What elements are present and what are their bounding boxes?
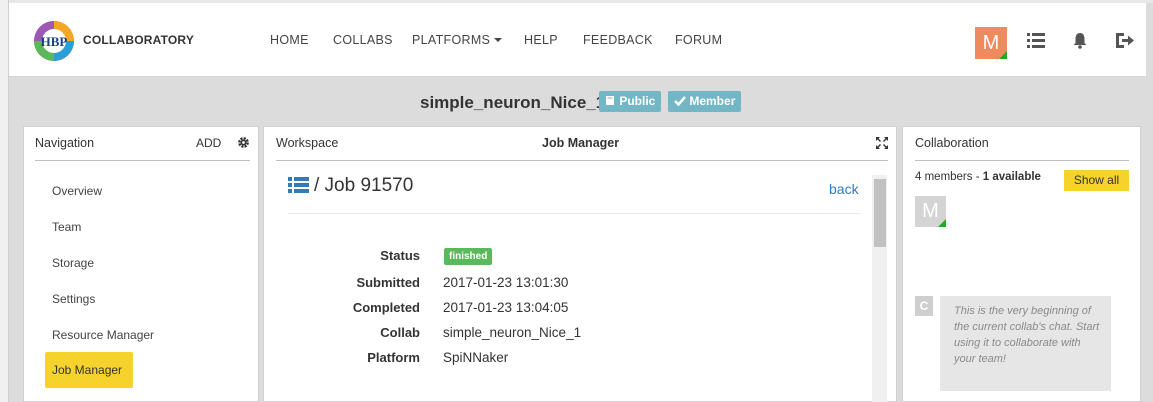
job-title: / Job 91570 — [314, 175, 414, 196]
add-nav-button[interactable]: ADD — [196, 136, 221, 150]
members-available: 1 available — [982, 171, 1041, 183]
gear-icon[interactable] — [237, 136, 250, 149]
brand-name[interactable]: COLLABORATORY — [83, 33, 194, 47]
job-divider — [288, 213, 860, 214]
workspace-scrollbar-thumb[interactable] — [874, 179, 886, 247]
navigation-divider — [35, 160, 250, 161]
submitted-label: Submitted — [356, 275, 420, 290]
workspace-header: Workspace — [276, 136, 339, 150]
member-avatar[interactable]: M — [915, 196, 946, 227]
nav-item-overview[interactable]: Overview — [52, 184, 102, 198]
user-avatar[interactable]: M — [975, 27, 1007, 59]
collaboration-panel: Collaboration 4 members - 1 available Sh… — [902, 126, 1141, 402]
menu-platforms-label: PLATFORMS — [412, 33, 491, 47]
member-avatar-letter: M — [922, 200, 939, 222]
hbp-logo-icon[interactable]: HBP — [33, 20, 75, 62]
menu-collabs[interactable]: COLLABS — [333, 33, 393, 47]
nav-item-team[interactable]: Team — [52, 220, 81, 234]
menu-platforms[interactable]: PLATFORMS — [412, 33, 503, 47]
navigation-header: Navigation — [35, 136, 95, 150]
user-avatar-letter: M — [982, 32, 1000, 54]
completed-label: Completed — [352, 300, 420, 315]
back-link[interactable]: back — [829, 181, 859, 197]
show-all-button[interactable]: Show all — [1064, 170, 1129, 191]
chat-message: This is the very beginning of the curren… — [940, 296, 1111, 391]
collaboration-divider — [915, 160, 1129, 161]
menu-home[interactable]: HOME — [270, 33, 309, 47]
status-badge: finished — [444, 248, 493, 265]
window-left-edge — [0, 0, 9, 402]
members-count-prefix: 4 members - — [915, 171, 983, 183]
menu-feedback[interactable]: FEEDBACK — [583, 33, 653, 47]
job-list-icon — [288, 177, 309, 193]
member-badge: Member — [668, 91, 742, 112]
online-status-indicator — [999, 51, 1007, 59]
menu-help[interactable]: HELP — [524, 33, 558, 47]
collab-value: simple_neuron_Nice_1 — [443, 325, 582, 340]
check-icon — [674, 96, 686, 107]
nav-item-storage[interactable]: Storage — [52, 256, 94, 270]
bell-icon[interactable] — [1072, 32, 1088, 49]
nav-item-settings[interactable]: Settings — [52, 292, 95, 306]
collab-title-bar: simple_neuron_Nice_1 Public Member — [9, 78, 1153, 126]
workspace-divider — [276, 160, 888, 161]
menu-forum[interactable]: FORUM — [675, 33, 722, 47]
workspace-panel: Workspace Job Manager / Job 91570 back S… — [263, 126, 897, 402]
completed-value: 2017-01-23 13:04:05 — [443, 300, 569, 315]
collab-label: Collab — [380, 325, 420, 340]
status-label: Status — [380, 248, 420, 263]
public-badge-label: Public — [619, 94, 656, 108]
top-navbar: HBP COLLABORATORY HOME COLLABS PLATFORMS… — [9, 3, 1146, 77]
navigation-panel: Navigation ADD Overview Team Storage Set… — [23, 126, 259, 402]
caret-down-icon — [494, 38, 503, 42]
platform-label: Platform — [367, 350, 420, 365]
nav-item-resource-manager[interactable]: Resource Manager — [52, 328, 154, 342]
platform-value: SpiNNaker — [443, 350, 509, 365]
app-title: Job Manager — [542, 136, 620, 150]
book-icon — [606, 96, 614, 105]
nav-item-job-manager[interactable]: Job Manager — [45, 352, 133, 388]
submitted-value: 2017-01-23 13:01:30 — [443, 275, 569, 290]
list-icon[interactable] — [1027, 32, 1045, 49]
members-count: 4 members - 1 available — [915, 171, 1041, 183]
member-badge-label: Member — [689, 94, 736, 108]
chat-avatar: C — [915, 296, 933, 316]
public-badge: Public — [599, 91, 662, 112]
fullscreen-icon[interactable] — [876, 137, 888, 149]
collaboration-header: Collaboration — [915, 136, 989, 150]
member-online-indicator — [938, 219, 946, 227]
logo-text: HBP — [41, 34, 68, 49]
logout-icon[interactable] — [1115, 32, 1135, 49]
collab-title: simple_neuron_Nice_1 — [420, 93, 606, 112]
